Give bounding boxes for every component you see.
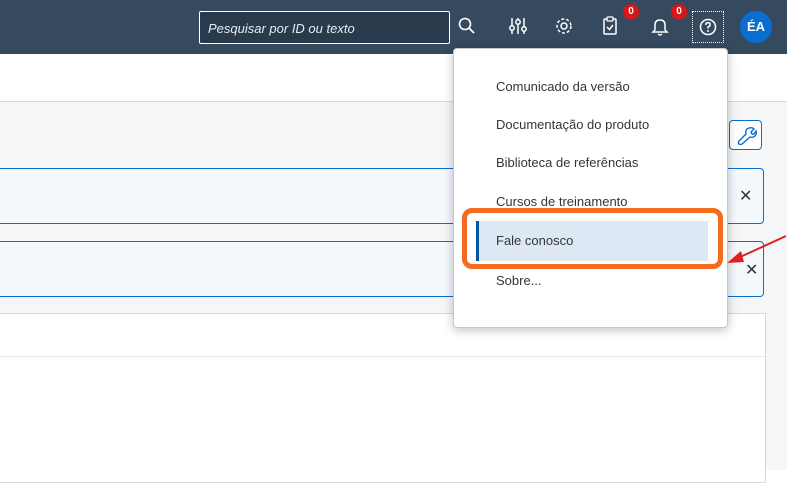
pointer-arrow	[727, 235, 787, 263]
